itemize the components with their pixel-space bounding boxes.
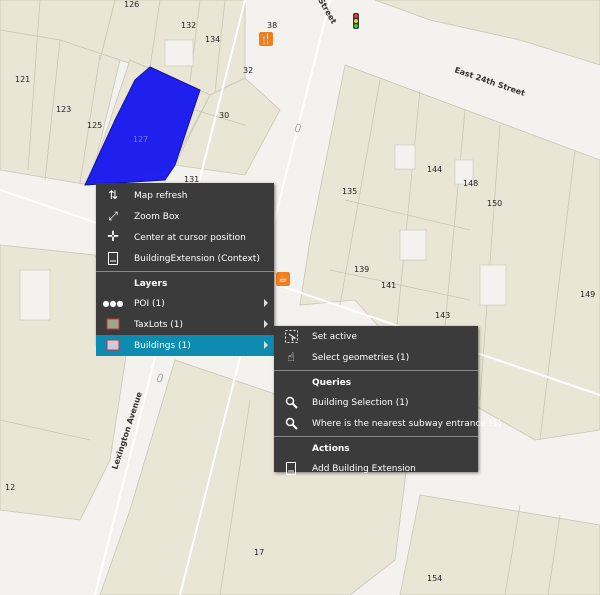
context-menu: ⇅ Map refresh ⤢ Zoom Box ✛ Center at cursor… bbox=[96, 183, 274, 356]
taxlots-layer-icon bbox=[106, 317, 120, 331]
parcel-label: 139 bbox=[354, 265, 369, 274]
menu-item-building-extension[interactable]: BuildingExtension (Context) bbox=[96, 248, 274, 269]
parcel-label: 141 bbox=[381, 281, 396, 290]
parcel-label: 132 bbox=[181, 21, 196, 30]
actions-header: Actions bbox=[312, 443, 350, 454]
parcel-label: 30 bbox=[219, 111, 229, 120]
buildings-submenu: Set active ☝ Select geometries (1) Querie… bbox=[274, 326, 502, 475]
parcel-label: 135 bbox=[342, 187, 357, 196]
menu-label: Buildings (1) bbox=[134, 340, 191, 351]
search-icon bbox=[284, 395, 298, 409]
zoom-box-icon: ⤢ bbox=[108, 208, 118, 223]
center-crosshair-icon: ✛ bbox=[107, 229, 119, 245]
parcel-label: 12 bbox=[5, 483, 15, 492]
queries-header: Queries bbox=[312, 377, 352, 388]
cafe-poi-icon[interactable]: ☕ bbox=[276, 272, 290, 286]
menu-label: Add Building Extension bbox=[312, 463, 416, 474]
menu-item-poi-layer[interactable]: ●●● POI (1) bbox=[96, 293, 274, 314]
set-active-icon bbox=[284, 329, 298, 343]
menu-label: Set active bbox=[312, 331, 357, 342]
layers-header: Layers bbox=[134, 278, 168, 289]
parcel-label: 38 bbox=[267, 21, 277, 30]
menu-item-map-refresh[interactable]: ⇅ Map refresh bbox=[96, 185, 274, 206]
map-canvas[interactable]: 126 132 134 38 32 121 123 125 127 30 131… bbox=[0, 0, 600, 595]
traffic-signal-icon bbox=[353, 13, 359, 29]
submenu-arrow-icon bbox=[264, 299, 268, 307]
parcel-label: 125 bbox=[87, 121, 102, 130]
hand-pointer-icon: ☝ bbox=[287, 350, 295, 364]
menu-item-add-building-extension[interactable]: Add Building Extension bbox=[274, 458, 478, 479]
parcel-label: 17 bbox=[254, 548, 264, 557]
menu-separator bbox=[274, 436, 478, 437]
menu-label: TaxLots (1) bbox=[134, 319, 184, 330]
submenu-arrow-icon bbox=[264, 320, 268, 328]
parcel-label: 121 bbox=[15, 75, 30, 84]
parcel-label: 150 bbox=[487, 199, 502, 208]
menu-item-select-geometries[interactable]: ☝ Select geometries (1) bbox=[274, 347, 478, 368]
submenu-arrow-icon bbox=[264, 341, 268, 349]
menu-item-nearest-subway[interactable]: Where is the nearest subway entrance (1) bbox=[274, 413, 502, 434]
parcel-label: 123 bbox=[56, 105, 71, 114]
menu-item-buildings-layer[interactable]: Buildings (1) bbox=[96, 335, 274, 356]
parcel-label: 154 bbox=[427, 574, 442, 583]
menu-separator bbox=[96, 271, 274, 272]
menu-label: Select geometries (1) bbox=[312, 352, 410, 363]
menu-item-building-selection[interactable]: Building Selection (1) bbox=[274, 392, 478, 413]
parcel-label: 148 bbox=[463, 179, 478, 188]
menu-separator bbox=[274, 370, 478, 371]
restaurant-poi-icon[interactable]: 🍴 bbox=[259, 32, 273, 46]
parcel-label: 127 bbox=[133, 135, 148, 144]
search-icon bbox=[284, 416, 298, 430]
parcel-label: 144 bbox=[427, 165, 442, 174]
parcel-label: 143 bbox=[435, 311, 450, 320]
menu-label: Center at cursor position bbox=[134, 232, 246, 243]
document-icon bbox=[284, 461, 298, 475]
menu-item-taxlots-layer[interactable]: TaxLots (1) bbox=[96, 314, 274, 335]
menu-item-set-active[interactable]: Set active bbox=[274, 326, 478, 347]
poi-layer-icon: ●●● bbox=[102, 298, 124, 308]
map-refresh-icon: ⇅ bbox=[107, 188, 119, 202]
menu-item-center-cursor[interactable]: ✛ Center at cursor position bbox=[96, 227, 274, 248]
parcel-label: 32 bbox=[243, 66, 253, 75]
menu-label: Map refresh bbox=[134, 190, 188, 201]
menu-label: Zoom Box bbox=[134, 211, 180, 222]
parcel-label: 149 bbox=[580, 290, 595, 299]
menu-label: Building Selection (1) bbox=[312, 397, 409, 408]
parcel-label: 134 bbox=[205, 35, 220, 44]
menu-label: Where is the nearest subway entrance (1) bbox=[312, 418, 502, 429]
parcel-label: 126 bbox=[124, 0, 139, 9]
menu-item-zoom-box[interactable]: ⤢ Zoom Box bbox=[96, 206, 274, 227]
menu-label: POI (1) bbox=[134, 298, 165, 309]
menu-label: BuildingExtension (Context) bbox=[134, 253, 260, 264]
buildings-layer-icon bbox=[106, 338, 120, 352]
document-icon bbox=[106, 251, 120, 265]
